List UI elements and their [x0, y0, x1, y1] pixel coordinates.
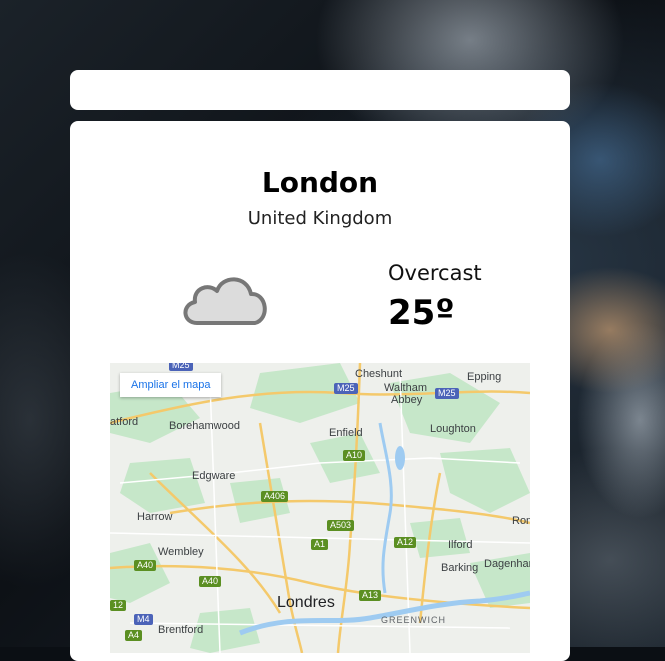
place-label: GREENWICH — [381, 615, 446, 625]
place-label: Brentford — [158, 624, 204, 636]
search-input[interactable] — [70, 70, 570, 110]
place-label: Loughton — [430, 423, 476, 435]
place-label: Edgware — [192, 470, 236, 482]
place-label: Borehamwood — [169, 420, 240, 432]
place-label: Ilford — [448, 539, 473, 551]
place-label: Waltham — [384, 382, 427, 394]
place-label: Rom — [512, 515, 530, 527]
road-badge: A10 — [343, 450, 366, 461]
place-label: Barking — [441, 562, 479, 574]
place-label: Epping — [467, 371, 502, 383]
road-badge: M25 — [435, 388, 459, 399]
place-label-london: Londres — [277, 594, 335, 611]
road-badge: A40 — [134, 560, 157, 571]
road-badge: M25 — [169, 363, 193, 371]
place-label: Harrow — [137, 511, 173, 523]
country-name: United Kingdom — [247, 208, 393, 229]
place-label: Enfield — [329, 427, 363, 439]
place-label: Dagenhan — [484, 558, 530, 570]
road-badge: A406 — [261, 491, 289, 502]
road-badge: M25 — [334, 383, 358, 394]
cloud-icon — [175, 261, 275, 331]
weather-card: London United Kingdom Overcast 25º Ampli… — [70, 121, 570, 661]
place-label: atford — [110, 416, 139, 428]
search-bar[interactable] — [70, 70, 570, 110]
map-embed[interactable]: Ampliar el mapa Cheshunt Epping Waltham … — [110, 363, 530, 653]
place-label: Wembley — [158, 546, 204, 558]
road-badge: A1 — [311, 539, 329, 550]
weather-condition: Overcast — [388, 261, 482, 285]
enlarge-map-button[interactable]: Ampliar el mapa — [120, 373, 222, 397]
place-label: Cheshunt — [355, 368, 403, 380]
temperature: 25º — [388, 293, 455, 333]
road-badge: A12 — [394, 537, 417, 548]
place-label: Abbey — [391, 394, 423, 406]
road-badge: A40 — [199, 576, 222, 587]
road-badge: M4 — [134, 614, 153, 625]
road-badge: A4 — [125, 630, 143, 641]
road-badge: A13 — [359, 590, 382, 601]
road-badge: 12 — [110, 600, 127, 611]
city-name: London — [261, 166, 379, 199]
road-badge: A503 — [327, 520, 355, 531]
